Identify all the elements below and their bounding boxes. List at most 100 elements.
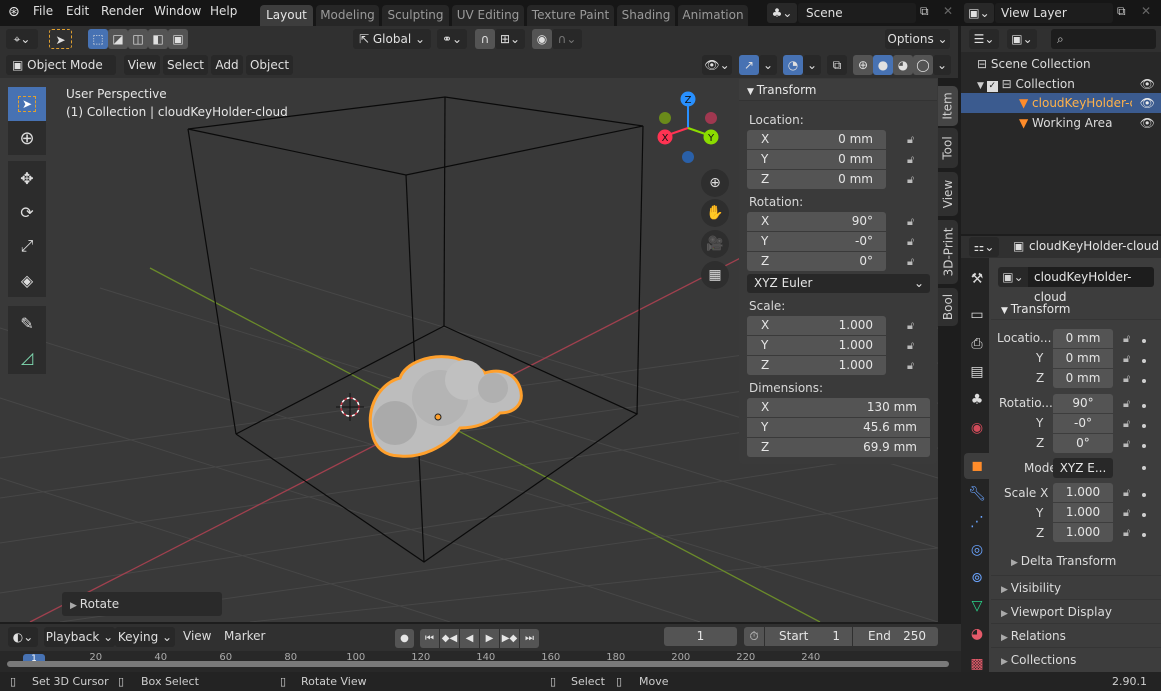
subpanel-collections[interactable]: ▶ Collections [991,647,1161,671]
tab-object[interactable]: ◼ [964,453,990,479]
keyframe-dot-icon[interactable] [1142,533,1146,537]
prop-location-x[interactable]: 0 mm [1053,329,1113,348]
menu-file[interactable]: File [33,4,53,18]
lock-icon[interactable]: 🔓︎ [1123,332,1130,346]
menu-view[interactable]: View [124,55,160,75]
rotation-z-field[interactable]: Z 0° [747,252,886,271]
tab-shading[interactable]: Shading [617,5,675,26]
shading-wireframe-button[interactable]: ⊕ [853,55,873,75]
scale-y-field[interactable]: Y 1.000 [747,336,886,355]
transform-panel-header[interactable]: ▼ Transform [739,79,937,101]
gizmo-neg-z[interactable] [682,151,694,163]
keyframe-dot-icon[interactable] [1142,513,1146,517]
play-button[interactable]: ▶ [480,629,499,648]
keyframe-dot-icon[interactable] [1142,444,1146,448]
gizmo-dropdown[interactable]: ⌄ [759,55,777,75]
prop-scale-z[interactable]: 1.000 [1053,523,1113,542]
proportional-editing-toggle[interactable]: ◉ [532,29,552,49]
gizmo-toggle[interactable]: ↗ [739,55,759,75]
keyframe-dot-icon[interactable] [1142,404,1146,408]
prop-scale-x[interactable]: 1.000 [1053,483,1113,502]
prop-scale-y[interactable]: 1.000 [1053,503,1113,522]
ortho-toggle-button[interactable]: ▦ [701,261,729,289]
lock-icon[interactable]: 🔓︎ [907,173,919,186]
transform-orientation-dropdown[interactable]: ⇱ Global ⌄ [353,29,431,49]
sidebar-tab-tool[interactable]: Tool [938,128,958,168]
keyframe-dot-icon[interactable] [1142,379,1146,383]
outliner-display-mode-dropdown[interactable]: ☰⌄ [969,29,999,49]
outliner-search-input[interactable]: ⌕ [1051,29,1156,49]
lock-icon[interactable]: 🔓︎ [1123,486,1130,500]
tab-modeling[interactable]: Modeling [316,5,379,26]
lock-icon[interactable]: 🔓︎ [907,319,919,332]
eye-icon[interactable]: 👁 [1140,113,1155,133]
mode-dropdown[interactable]: ▣ Object Mode ⌄ [6,55,116,92]
tab-physics[interactable]: ◎ [964,537,990,563]
timeline-scrollbar[interactable] [7,661,949,667]
frame-start-field[interactable]: Start 1 [765,627,852,646]
scale-z-field[interactable]: Z 1.000 [747,356,886,375]
tool-transform[interactable]: ◈ [8,263,46,297]
xray-toggle[interactable]: ⧉ [827,55,847,75]
lock-icon[interactable]: 🔓︎ [907,255,919,268]
properties-editor-type[interactable]: ⚏⌄ [969,237,999,257]
select-mode-invert-button[interactable]: ◧ [148,29,168,49]
rotation-x-field[interactable]: X 90° [747,212,886,231]
visibility-dropdown[interactable]: 👁⌄ [702,55,732,75]
tool-annotate[interactable]: ✎ [8,306,46,340]
lock-icon[interactable]: 🔓︎ [907,215,919,228]
delete-view-layer-icon[interactable]: ✕ [1141,4,1151,18]
tab-object-data[interactable]: ▽ [964,593,990,619]
tab-world[interactable]: ◉ [964,415,990,441]
scene-selector-button[interactable]: ♣⌄ [767,3,797,23]
tab-texture-paint[interactable]: Texture Paint [527,5,614,26]
menu-help[interactable]: Help [210,4,237,18]
gizmo-neg-x[interactable] [705,112,717,124]
prev-keyframe-button[interactable]: ◆◀ [440,629,459,648]
view-layer-name-field[interactable]: View Layer [995,3,1113,23]
keying-dropdown[interactable]: Keying ⌄ [115,627,175,647]
options-dropdown[interactable]: Options ⌄ [885,29,950,49]
view-layer-selector-button[interactable]: ▣⌄ [964,3,994,23]
eye-icon[interactable]: 👁 [1140,93,1155,113]
subpanel-visibility[interactable]: ▶ Visibility [991,575,1161,599]
tab-material[interactable]: ◕ [964,621,990,647]
tab-tool-properties[interactable]: ⚒ [964,266,990,292]
select-mode-new-button[interactable]: ⬚ [88,29,108,49]
lock-icon[interactable]: 🔓︎ [907,339,919,352]
object-name-field[interactable]: cloudKeyHolder-cloud [1028,267,1154,304]
menu-render[interactable]: Render [101,4,144,18]
outliner-item-collection[interactable]: ▼ ✓ ⊟ Collection 👁 [961,74,1161,94]
scale-x-field[interactable]: X 1.000 [747,316,886,335]
subpanel-delta-transform[interactable]: ▶ Delta Transform [1011,554,1116,568]
proportional-falloff-dropdown[interactable]: ∩⌄ [552,29,582,49]
timeline-ruler[interactable]: 20 40 60 80 100 120 140 160 180 200 220 240 1 [0,651,961,672]
keyframe-dot-icon[interactable] [1142,339,1146,343]
overlays-dropdown[interactable]: ⌄ [803,55,821,75]
keyframe-dot-icon[interactable] [1142,359,1146,363]
pivot-point-dropdown[interactable]: ⚭⌄ [437,29,467,49]
tool-select-box[interactable]: ➤ [8,87,46,121]
outliner-item-working-area[interactable]: ▼ Working Area 👁 [961,113,1161,133]
keyframe-dot-icon[interactable] [1142,424,1146,428]
jump-start-button[interactable]: ⏮ [420,629,439,648]
pan-view-button[interactable]: ✋ [701,199,729,227]
rotation-y-field[interactable]: Y -0° [747,232,886,251]
gizmo-neg-y[interactable] [659,112,671,124]
eye-icon[interactable]: 👁 [1140,74,1155,94]
tab-layout[interactable]: Layout [260,5,313,26]
tool-rotate[interactable]: ⟳ [8,195,46,229]
menu-object[interactable]: Object [246,55,293,75]
lock-icon[interactable]: 🔓︎ [1123,417,1130,431]
prop-rotation-y[interactable]: -0° [1053,414,1113,433]
collapse-arrow-icon[interactable]: ▼ [977,81,987,91]
new-scene-icon[interactable]: ⧉ [920,4,929,19]
outliner-item-scene-collection[interactable]: ⊟ Scene Collection [961,54,1161,74]
dimensions-y-field[interactable]: Y 45.6 mm [747,418,930,437]
lock-icon[interactable]: 🔓︎ [907,153,919,166]
sidebar-tab-bool[interactable]: Bool [938,288,958,326]
select-mode-intersect-button[interactable]: ▣ [168,29,188,49]
lock-icon[interactable]: 🔓︎ [1123,526,1130,540]
menu-select[interactable]: Select [163,55,208,75]
active-tool-button[interactable]: ➤ [49,29,72,49]
